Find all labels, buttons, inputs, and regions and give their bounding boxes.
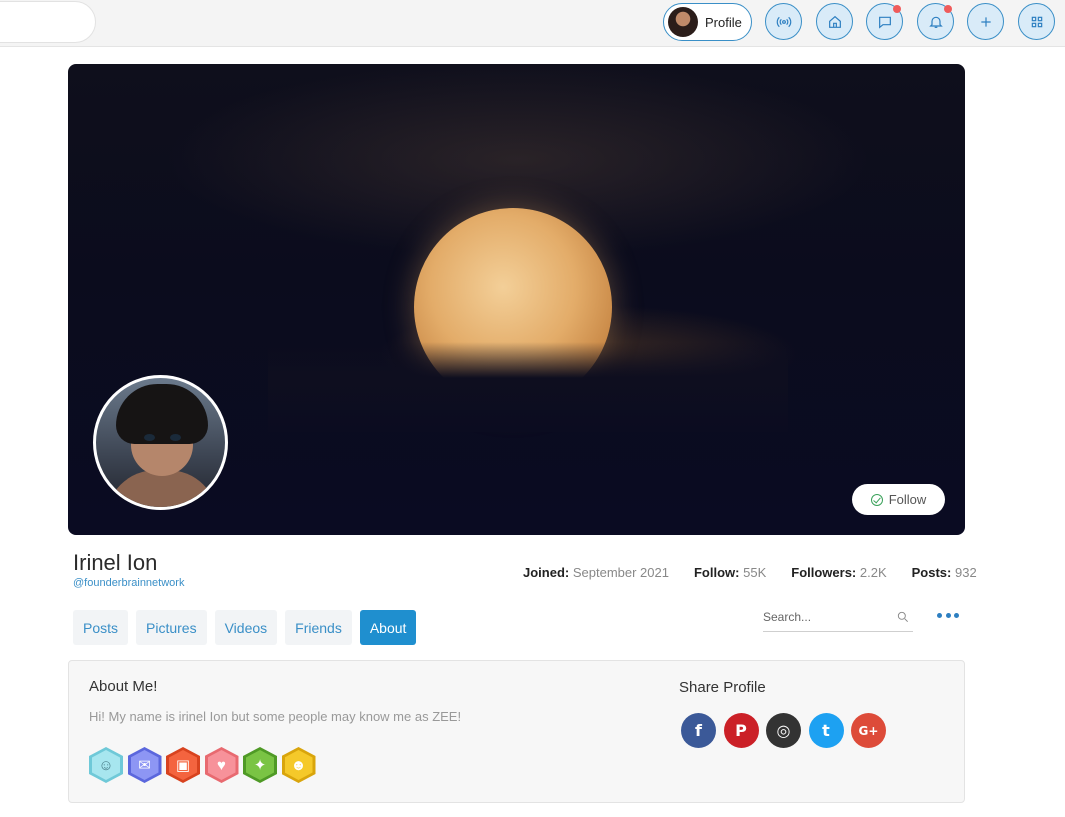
follow-button-label: Follow — [888, 492, 927, 507]
home-icon — [828, 15, 841, 28]
profile-stats: Joined: September 2021 Follow: 55K Follo… — [523, 565, 1002, 580]
user-badge-icon[interactable]: ☺ — [89, 747, 123, 783]
more-options-button[interactable] — [937, 606, 959, 624]
cloud-overlay — [268, 342, 788, 432]
notification-badge — [944, 5, 952, 13]
dot-icon — [945, 612, 951, 618]
pinterest-icon: P — [735, 721, 747, 740]
facebook-share-button[interactable]: f — [681, 713, 716, 748]
follow-button[interactable]: Follow — [852, 484, 945, 515]
global-search-input[interactable] — [0, 1, 96, 43]
google-plus-share-button[interactable]: G+ — [851, 713, 886, 748]
stat-follow: Follow: 55K — [693, 565, 767, 580]
tab-about[interactable]: About — [359, 610, 417, 645]
home-button[interactable] — [816, 3, 853, 40]
dot-icon — [954, 612, 959, 618]
facebook-icon: f — [695, 721, 702, 740]
profile-button-label: Profile — [705, 14, 742, 30]
about-title: About Me! — [89, 678, 158, 695]
mail-badge-icon[interactable]: ✉ — [127, 747, 162, 783]
pinterest-share-button[interactable]: P — [723, 713, 759, 748]
profile-search-input[interactable] — [763, 610, 888, 624]
chat-icon — [878, 16, 891, 29]
share-buttons: f P ◎ t G+ — [681, 713, 894, 748]
live-button[interactable] — [765, 3, 802, 40]
about-text: Hi! My name is irinel Ion but some peopl… — [89, 709, 462, 724]
grid-icon — [1031, 16, 1042, 27]
gift-badge-icon[interactable]: ▣ — [166, 747, 200, 783]
stat-joined: Joined: September 2021 — [523, 565, 669, 580]
face-badge-icon[interactable]: ☻ — [281, 747, 316, 783]
instagram-icon: ◎ — [776, 721, 791, 740]
bell-icon — [928, 16, 943, 28]
twitter-icon: t — [822, 721, 830, 740]
top-navbar: Profile — [0, 0, 1065, 47]
plus-icon — [980, 16, 991, 27]
check-circle-icon — [870, 493, 883, 506]
twitter-share-button[interactable]: t — [808, 713, 844, 748]
tab-videos[interactable]: Videos — [214, 610, 278, 645]
wheat-badge-icon[interactable]: ✦ — [243, 747, 277, 783]
notifications-button[interactable] — [917, 3, 954, 40]
profile-handle[interactable]: @founderbrainnetwork — [73, 577, 184, 589]
profile-name: Irinel Ion — [73, 550, 158, 575]
profile-button[interactable]: Profile — [663, 3, 752, 41]
about-card: About Me! Hi! My name is irinel Ion but … — [68, 660, 965, 803]
profile-tabs: Posts Pictures Videos Friends About — [73, 610, 424, 645]
tab-posts[interactable]: Posts — [73, 610, 129, 645]
profile-search — [763, 603, 913, 632]
broadcast-icon — [776, 16, 791, 27]
badge-list: ☺ ✉ ▣ ♥ ✦ ☻ — [89, 747, 320, 783]
apps-button[interactable] — [1018, 3, 1055, 40]
google-plus-icon: G+ — [858, 723, 879, 738]
heart-badge-icon[interactable]: ♥ — [204, 747, 239, 783]
messages-button[interactable] — [866, 3, 903, 40]
create-button[interactable] — [967, 3, 1004, 40]
dot-icon — [937, 612, 942, 618]
stat-followers: Followers: 2.2K — [791, 565, 887, 580]
notification-badge — [893, 5, 901, 13]
share-title: Share Profile — [679, 679, 766, 696]
tab-friends[interactable]: Friends — [285, 610, 352, 645]
tab-pictures[interactable]: Pictures — [136, 610, 207, 645]
profile-avatar[interactable] — [93, 375, 228, 510]
instagram-share-button[interactable]: ◎ — [766, 713, 801, 748]
search-icon[interactable] — [896, 610, 910, 624]
stat-posts: Posts: 932 — [911, 565, 977, 580]
avatar — [668, 7, 698, 37]
